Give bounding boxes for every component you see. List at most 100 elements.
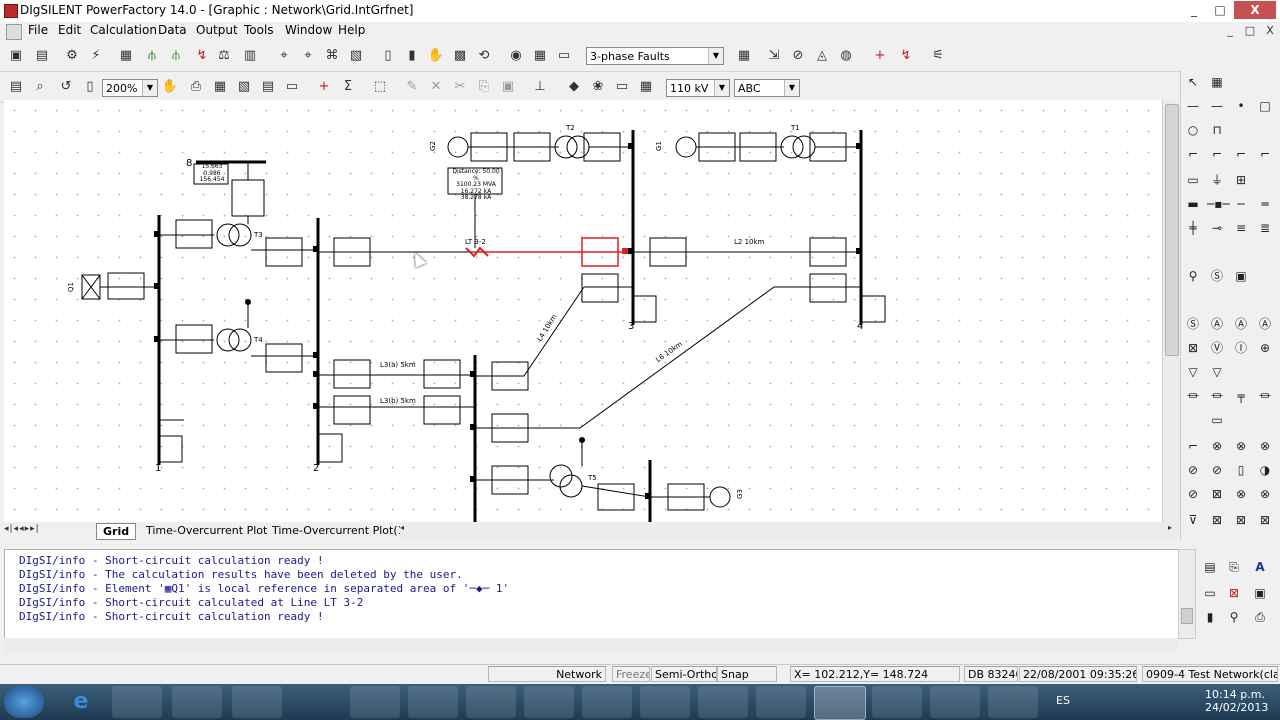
tree2-icon[interactable]: ⫛ [166,46,186,66]
edit-calc-icon[interactable]: ▦ [116,46,136,66]
word-taskbar-icon[interactable] [930,686,980,718]
phase-select[interactable]: ABC ▼ [734,79,800,97]
app2-taskbar-icon[interactable] [640,686,690,718]
ppt-taskbar-icon[interactable] [756,686,806,718]
sum-icon[interactable]: Σ [338,77,358,97]
folder-icon[interactable]: ▭ [282,77,302,97]
load2-tool-icon[interactable]: ▽ [1207,362,1227,382]
cap-tool-icon[interactable]: ╤ [1231,386,1251,406]
node-tool-icon[interactable]: ─▪─ [1207,194,1230,214]
start-button-icon[interactable] [4,686,44,718]
save-icon[interactable]: ▮ [402,46,422,66]
tab-time-overcurrent-plot[interactable]: Time-Overcurrent Plot [140,523,273,538]
pan-icon[interactable]: ✋ [160,77,180,97]
tool12-icon[interactable]: ◬ [812,46,832,66]
tray-clock[interactable]: 10:14 p.m. 24/02/2013 [1205,688,1268,714]
copy-icon[interactable]: ⎘ [474,77,494,97]
grid-icon[interactable]: ▦ [734,46,754,66]
add-element-icon[interactable]: + [314,77,334,97]
ward-tool-icon[interactable]: ⊽ [1183,510,1203,530]
zoom-select[interactable]: 200% ▼ [102,79,158,97]
fuse-tool-icon[interactable]: ⏚ [1207,170,1227,190]
booster-tool-icon[interactable]: ⊗ [1231,436,1251,456]
app-taskbar-icon[interactable] [232,686,282,718]
motor-tool-icon[interactable]: Ⓢ [1183,314,1203,334]
double-bus-tool-icon[interactable]: ╪ [1183,218,1203,238]
tool7-icon[interactable]: ◉ [506,46,526,66]
grid-table-icon[interactable]: ▦ [210,77,230,97]
menu-output[interactable]: Output [196,23,238,37]
switch3-tool-icon[interactable]: ⌐ [1231,144,1251,164]
tool8-icon[interactable]: ▦ [530,46,550,66]
tr2-tool-icon[interactable]: ⌐ [1183,436,1203,456]
tool11-icon[interactable]: ⊘ [788,46,808,66]
output-horizontal-scrollbar[interactable] [4,638,1178,653]
pwm-tool-icon[interactable]: ⊘ [1183,484,1203,504]
load-flow-icon[interactable]: ⚙ [62,46,82,66]
layers-icon[interactable]: ▭ [612,77,632,97]
busbar-tool-icon[interactable]: ▬ [1183,194,1203,214]
status-freeze[interactable]: Freeze [612,666,650,682]
switch4-tool-icon[interactable]: ⌐ [1255,144,1275,164]
meas-tool-icon[interactable]: ⊘ [1183,460,1203,480]
dc-tool-icon[interactable]: ⊗ [1231,484,1251,504]
reactor-tool-icon[interactable]: ⏛ [1255,386,1275,406]
output-window[interactable]: DIgSI/info - Short-circuit calculation r… [4,549,1180,639]
dc2-tool-icon[interactable]: ⊗ [1255,484,1275,504]
hand-icon[interactable]: ✋ [426,46,446,66]
maximize-button[interactable]: □ [1208,1,1232,19]
output-vertical-scrollbar[interactable] [1178,549,1196,639]
rect2-tool-icon[interactable]: ⊠ [1207,484,1227,504]
select-area-icon[interactable]: ⬚ [370,77,390,97]
menu-edit[interactable]: Edit [58,23,81,37]
shunt-tool-icon[interactable]: ⏛ [1183,386,1203,406]
tool14-icon[interactable]: ⚟ [928,46,948,66]
switch2-tool-icon[interactable]: ⌐ [1207,144,1227,164]
single-line-diagram[interactable] [4,100,1162,522]
inner-close-button[interactable]: X [1258,23,1280,39]
media-taskbar-icon[interactable] [112,686,162,718]
calc-type-select[interactable]: 3-phase Faults ▼ [586,47,724,65]
tr3-tool-icon[interactable]: ⊗ [1207,436,1227,456]
tool4-icon[interactable]: ▧ [346,46,366,66]
switch-tool-icon[interactable]: ⌐ [1183,144,1203,164]
relay2-tool-icon[interactable]: ◑ [1255,460,1275,480]
menu-tools[interactable]: Tools [244,23,274,37]
zoom-icon[interactable]: ⌕ [30,77,50,97]
tool6-icon[interactable]: ▩ [450,46,470,66]
triple-bus-tool-icon[interactable]: ≡ [1231,218,1251,238]
explorer-taskbar-icon[interactable] [582,686,632,718]
hscroll-left-icon[interactable]: ◂ [400,523,410,536]
quad-bus-tool-icon[interactable]: ≣ [1255,218,1275,238]
mixed-tool-icon[interactable]: Ⓐ [1231,314,1251,334]
ward4-tool-icon[interactable]: ⊠ [1255,510,1275,530]
language-indicator[interactable]: ES [1056,694,1070,707]
load-tool-icon[interactable]: ▽ [1183,362,1203,382]
refresh-icon[interactable]: ⟲ [474,46,494,66]
menu-help[interactable]: Help [338,23,365,37]
output-font-icon[interactable]: A [1250,557,1270,577]
line-elem-tool-icon[interactable]: ─ [1231,194,1251,214]
output-print-icon[interactable]: ⎙ [1250,607,1270,627]
output-copy-icon[interactable]: ⎘ [1224,557,1244,577]
delete-icon[interactable]: ✕ [426,77,446,97]
canvas-horizontal-scrollbar[interactable]: ◂ ▸ [400,522,1179,538]
menu-calculation[interactable]: Calculation [90,23,157,37]
asm-tool-icon[interactable]: Ⓐ [1207,314,1227,334]
tab-nav-arrows-icon[interactable]: ◂|◂◂▸▸| [4,524,40,534]
tool5-icon[interactable]: ▯ [378,46,398,66]
menu-data[interactable]: Data [158,23,187,37]
hscroll-right-icon[interactable]: ▸ [1168,523,1178,536]
line2-tool-icon[interactable]: — [1207,96,1227,116]
ie-taskbar-icon[interactable]: e [56,686,106,718]
meas2-tool-icon[interactable]: ⊘ [1207,460,1227,480]
short-circuit-icon[interactable]: ⚡ [86,46,106,66]
ward2-tool-icon[interactable]: ⊠ [1207,510,1227,530]
folder-taskbar-icon[interactable] [524,686,574,718]
output-find-icon[interactable]: ⚲ [1224,607,1244,627]
edit-icon[interactable]: ✎ [402,77,422,97]
doc-icon[interactable]: ▤ [258,77,278,97]
tool-taskbar-icon[interactable] [350,686,400,718]
menu-file[interactable]: File [28,23,48,37]
circle-tool-icon[interactable]: ○ [1183,120,1203,140]
